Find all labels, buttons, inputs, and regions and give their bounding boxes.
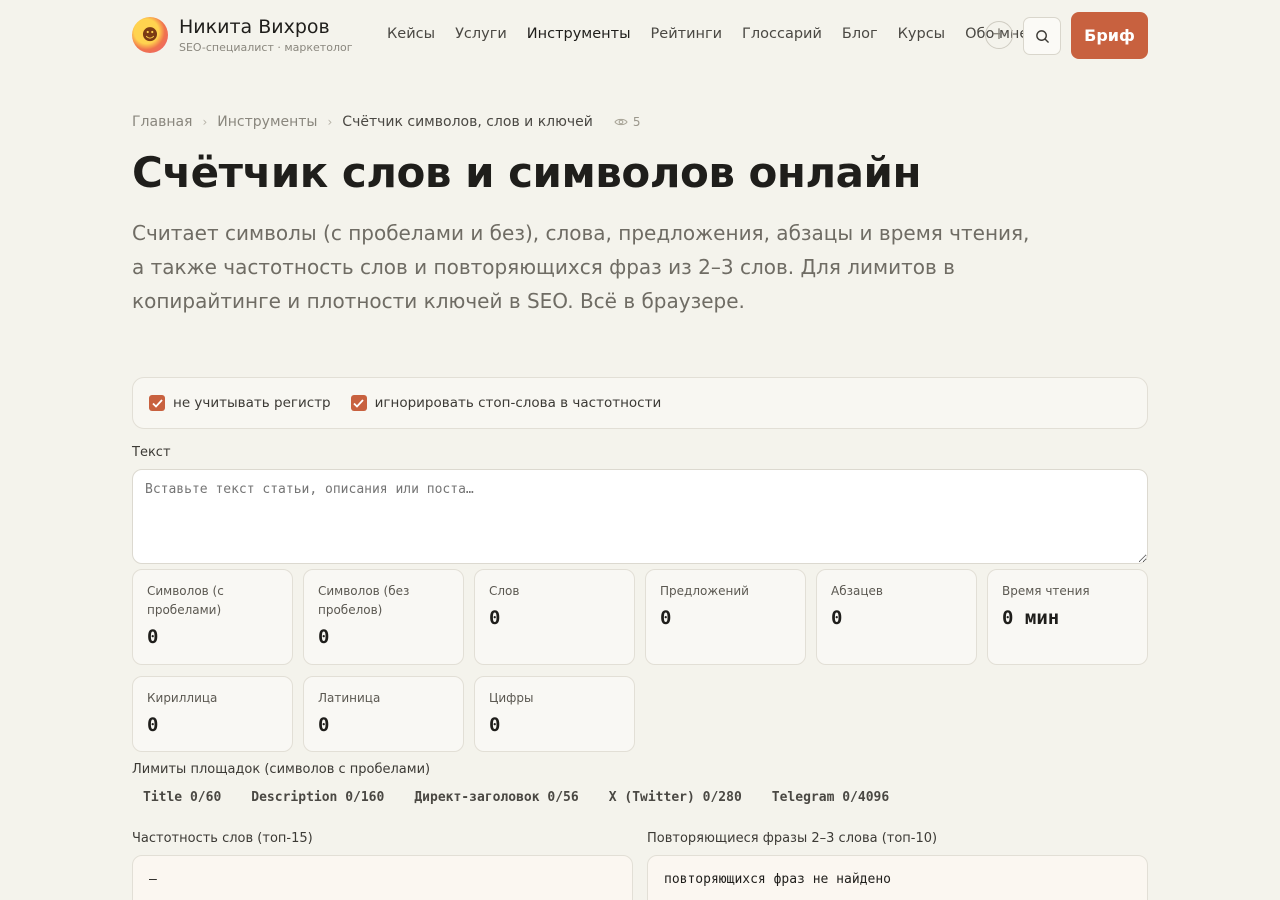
word-frequency-content: — — [149, 872, 157, 887]
stat-label: Цифры — [489, 691, 534, 705]
breadcrumb-home[interactable]: Главная — [132, 114, 192, 130]
limits-label: Лимиты площадок (символов с пробелами) — [132, 762, 431, 777]
brand-subtitle: SEO-специалист · маркетолог — [179, 41, 353, 54]
stat-label: Время чтения — [1002, 584, 1090, 598]
stat-label: Слов — [489, 584, 520, 598]
nav-item-ratings[interactable]: Рейтинги — [651, 26, 722, 42]
limit-chip-title: Title 0/60 — [143, 790, 222, 805]
page-lead: Считает символы (с пробелами и без), сло… — [132, 221, 1030, 313]
stat-value: 0 — [318, 626, 330, 648]
repeated-phrases-box: повторяющихся фраз не найдено — [647, 855, 1148, 900]
case-insensitive-option[interactable]: не учитывать регистр — [149, 395, 331, 411]
limit-chip-direct-headline: Директ-заголовок 0/56 — [414, 790, 579, 805]
nav-item-tools[interactable]: Инструменты — [527, 26, 631, 42]
breadcrumb-separator: › — [327, 115, 333, 129]
breadcrumb-tools[interactable]: Инструменты — [217, 114, 317, 130]
stat-words: Слов 0 — [474, 569, 635, 665]
nav-item-courses[interactable]: Курсы — [898, 26, 946, 42]
stat-label: Кириллица — [147, 691, 218, 705]
breadcrumb: Главная › Инструменты › Счётчик символов… — [132, 114, 641, 130]
stat-cyrillic: Кириллица 0 — [132, 676, 293, 752]
nav-item-services[interactable]: Услуги — [455, 26, 507, 42]
emoji-face-icon: ☻ — [141, 25, 159, 44]
stat-value: 0 — [489, 714, 501, 736]
text-field-label: Текст — [132, 445, 171, 460]
stat-chars-without-spaces: Символов (без пробелов) 0 — [303, 569, 464, 665]
brief-button[interactable]: Бриф — [1071, 12, 1148, 59]
stat-sentences: Предложений 0 — [645, 569, 806, 665]
breadcrumb-current: Счётчик символов, слов и ключей — [342, 114, 593, 130]
stat-latin: Латиница 0 — [303, 676, 464, 752]
word-frequency-label: Частотность слов (топ-15) — [132, 831, 313, 846]
stat-value: 0 мин — [1002, 607, 1060, 629]
limit-chip-twitter: X (Twitter) 0/280 — [608, 790, 742, 805]
stat-value: 0 — [660, 607, 672, 629]
case-insensitive-checkbox[interactable] — [149, 395, 165, 411]
stat-value: 0 — [318, 714, 330, 736]
nav-item-cases[interactable]: Кейсы — [387, 26, 435, 42]
nav-item-blog[interactable]: Блог — [842, 26, 878, 42]
avatar[interactable]: ☻ — [132, 17, 168, 53]
stat-label: Абзацев — [831, 584, 883, 598]
eye-icon — [614, 118, 628, 126]
repeated-phrases-content: повторяющихся фраз не найдено — [664, 872, 891, 887]
checkmark-icon — [353, 398, 364, 408]
site-header: ☻ Никита Вихров SEO-специалист · маркето… — [132, 12, 1148, 59]
ignore-stopwords-label: игнорировать стоп-слова в частотности — [374, 395, 662, 411]
limits-list: Title 0/60 Description 0/160 Директ-заго… — [132, 790, 908, 805]
limit-chip-telegram: Telegram 0/4096 — [771, 790, 890, 805]
stat-chars-with-spaces: Символов (с пробелами) 0 — [132, 569, 293, 665]
stat-digits: Цифры 0 — [474, 676, 635, 752]
stat-label: Символов (без пробелов) — [318, 584, 410, 617]
ignore-stopwords-checkbox[interactable] — [350, 395, 367, 411]
text-input[interactable] — [132, 469, 1148, 564]
stat-paragraphs: Абзацев 0 — [816, 569, 977, 665]
more-nav-button[interactable]: + — [985, 21, 1013, 49]
word-frequency-box: — — [132, 855, 633, 900]
main-nav: Кейсы Услуги Инструменты Рейтинги Глосса… — [387, 26, 1028, 42]
stat-label: Символов (с пробелами) — [147, 584, 224, 617]
stat-value: 0 — [147, 714, 159, 736]
search-button[interactable] — [1023, 17, 1061, 55]
repeated-phrases-label: Повторяющиеся фразы 2–3 слова (топ-10) — [647, 831, 938, 846]
stat-reading-time: Время чтения 0 мин — [987, 569, 1148, 665]
limit-chip-description: Description 0/160 — [251, 790, 385, 805]
nav-item-glossary[interactable]: Глоссарий — [742, 26, 822, 42]
stat-value: 0 — [489, 607, 501, 629]
page-title: Счётчик слов и символов онлайн — [132, 148, 921, 197]
search-icon — [1035, 29, 1049, 43]
brand-name[interactable]: Никита Вихров — [179, 16, 330, 38]
case-insensitive-label: не учитывать регистр — [173, 395, 331, 411]
checkmark-icon — [151, 398, 163, 408]
options-panel: не учитывать регистр игнорировать стоп-с… — [132, 377, 1148, 429]
plus-icon: + — [991, 24, 1007, 44]
stat-value: 0 — [147, 626, 159, 648]
ignore-stopwords-option[interactable]: игнорировать стоп-слова в частотности — [350, 395, 662, 411]
stat-value: 0 — [831, 607, 843, 629]
stat-label: Латиница — [318, 691, 381, 705]
view-counter: 5 — [614, 115, 641, 129]
stat-label: Предложений — [660, 584, 749, 598]
breadcrumb-separator: › — [202, 115, 208, 129]
view-count: 5 — [632, 115, 641, 129]
